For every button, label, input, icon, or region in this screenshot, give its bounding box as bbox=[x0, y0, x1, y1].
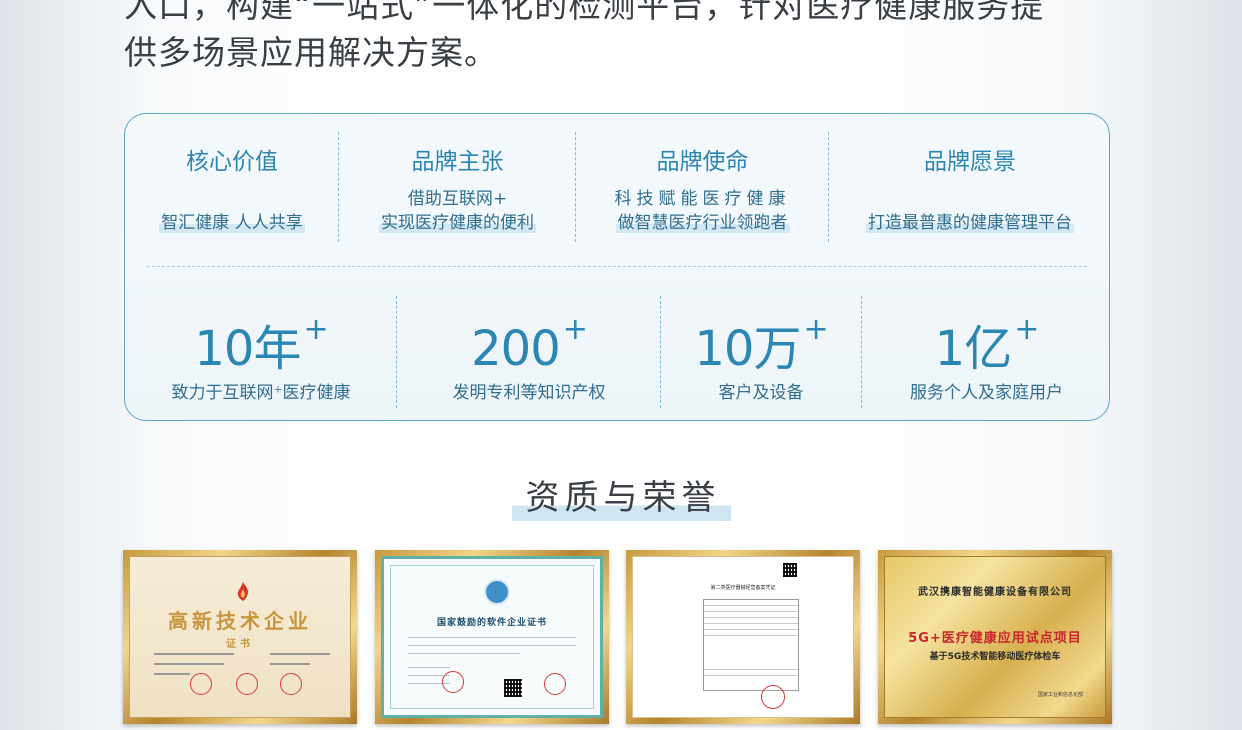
stat-plus: + bbox=[1014, 312, 1039, 347]
value-line-text: 打造最普惠的健康管理平台 bbox=[866, 213, 1074, 233]
value-line: 智汇健康 人人共享 bbox=[125, 208, 339, 233]
certificate-title: 高新技术企业 bbox=[168, 609, 312, 633]
value-title: 品牌使命 bbox=[656, 149, 749, 175]
flame-logo-icon bbox=[237, 582, 249, 601]
section-heading: 资质与荣誉 bbox=[0, 470, 1242, 521]
stat-customers: 10万 + 客户及设备 bbox=[661, 274, 861, 419]
text-line bbox=[154, 673, 190, 675]
value-line-text: 智汇健康 人人共享 bbox=[159, 213, 305, 233]
certificate-table bbox=[703, 599, 799, 691]
value-line-text: 实现医疗健康的便利 bbox=[379, 213, 536, 233]
stat-label: 致力于互联网⁺医疗健康 bbox=[171, 383, 351, 403]
intro-line-1: 入口，构建“一站式”一体化的检测平台，针对医疗健康服务提 bbox=[124, 0, 1045, 25]
qr-code-icon bbox=[504, 679, 522, 697]
stat-users: 1亿 + 服务个人及家庭用户 bbox=[862, 274, 1111, 419]
text-line bbox=[154, 653, 234, 655]
value-line: 实现医疗健康的便利 bbox=[339, 208, 576, 233]
value-mission: 品牌使命 科技赋能医疗健康 做智慧医疗行业领跑者 bbox=[576, 114, 829, 244]
stat-label: 发明专利等知识产权 bbox=[452, 383, 606, 403]
certificate-title: 第二类医疗器械经营备案凭证 bbox=[710, 585, 776, 591]
value-line-text: 做智慧医疗行业领跑者 bbox=[615, 213, 790, 233]
certificate-description: 基于5G技术智能移动医疗体检车 bbox=[929, 652, 1061, 662]
certificate-title: 国家鼓励的软件企业证书 bbox=[436, 618, 547, 628]
certificate-project: 5G+医疗健康应用试点项目 bbox=[908, 631, 1082, 646]
certificate-software-enterprise[interactable]: 国家鼓励的软件企业证书 bbox=[375, 550, 609, 724]
text-line bbox=[154, 663, 224, 665]
section-title: 资质与荣誉 bbox=[511, 470, 731, 521]
value-line: 科技赋能医疗健康 bbox=[614, 189, 791, 209]
table-row bbox=[704, 636, 798, 670]
qr-code-icon bbox=[783, 563, 797, 577]
certificate-paper: 高新技术企业 证书 bbox=[129, 556, 351, 718]
stat-patents: 200 + 发明专利等知识产权 bbox=[397, 274, 661, 419]
text-line bbox=[270, 653, 330, 655]
certificate-company: 武汉携康智能健康设备有限公司 bbox=[918, 587, 1072, 598]
certificate-paper: 第二类医疗器械经营备案凭证 bbox=[632, 556, 854, 718]
table-row bbox=[704, 676, 798, 682]
value-line: 打造最普惠的健康管理平台 bbox=[829, 208, 1111, 233]
intro-paragraph: 入口，构建“一站式”一体化的检测平台，针对医疗健康服务提 供多场景应用解决方案。 bbox=[124, 0, 1124, 76]
stat-number-value: 1亿 bbox=[934, 321, 1013, 377]
value-title: 品牌愿景 bbox=[924, 149, 1016, 175]
stat-number: 10万 + bbox=[661, 298, 861, 381]
text-line bbox=[408, 637, 576, 638]
stat-number: 10年 + bbox=[125, 298, 397, 381]
value-core: 核心价值 智汇健康 人人共享 bbox=[125, 114, 339, 244]
red-seal-icon bbox=[280, 673, 302, 695]
intro-line-2: 供多场景应用解决方案。 bbox=[124, 33, 498, 72]
csia-badge-icon bbox=[484, 579, 510, 605]
stat-number-value: 10万 bbox=[694, 321, 801, 377]
certificate-medical-device-filing[interactable]: 第二类医疗器械经营备案凭证 bbox=[626, 550, 860, 724]
stat-plus: + bbox=[803, 312, 828, 347]
certificate-high-tech[interactable]: 高新技术企业 证书 bbox=[123, 550, 357, 724]
value-vision: 品牌愿景 打造最普惠的健康管理平台 bbox=[829, 114, 1111, 244]
certificate-paper: 国家鼓励的软件企业证书 bbox=[381, 556, 603, 718]
brand-info-panel: 核心价值 智汇健康 人人共享 品牌主张 借助互联网+ 实现医疗健康的便利 品牌使… bbox=[124, 113, 1110, 421]
brand-values-row: 核心价值 智汇健康 人人共享 品牌主张 借助互联网+ 实现医疗健康的便利 品牌使… bbox=[125, 114, 1109, 244]
red-seal-icon bbox=[442, 671, 464, 693]
stat-label: 服务个人及家庭用户 bbox=[910, 383, 1063, 403]
text-line bbox=[270, 663, 310, 665]
stat-number-value: 200 bbox=[471, 321, 561, 377]
stats-row: 10年 + 致力于互联网⁺医疗健康 200 + 发明专利等知识产权 10万 + 客户及… bbox=[125, 274, 1109, 419]
stat-number: 200 + bbox=[397, 298, 661, 381]
stat-years: 10年 + 致力于互联网⁺医疗健康 bbox=[125, 274, 397, 419]
stat-plus: + bbox=[303, 312, 328, 347]
value-proposition: 品牌主张 借助互联网+ 实现医疗健康的便利 bbox=[339, 114, 576, 244]
stat-label: 客户及设备 bbox=[718, 383, 804, 403]
horizontal-divider bbox=[147, 266, 1087, 267]
red-seal-icon bbox=[236, 673, 258, 695]
value-line: 做智慧医疗行业领跑者 bbox=[576, 208, 829, 233]
stat-number-value: 10年 bbox=[194, 321, 301, 377]
stat-plus: + bbox=[562, 312, 588, 347]
text-line bbox=[408, 667, 450, 668]
red-seal-icon bbox=[190, 673, 212, 695]
certificate-subtitle: 证书 bbox=[226, 639, 254, 650]
red-seal-icon bbox=[761, 685, 785, 709]
certificate-plaque: 武汉携康智能健康设备有限公司 5G+医疗健康应用试点项目 基于5G技术智能移动医… bbox=[884, 556, 1106, 718]
certificate-issuer: 国家工业和信息化部 bbox=[1037, 692, 1083, 698]
stat-number: 1亿 + bbox=[862, 298, 1111, 381]
text-line bbox=[408, 645, 576, 646]
value-title: 品牌主张 bbox=[411, 149, 504, 175]
value-line: 借助互联网+ bbox=[407, 189, 508, 209]
value-title: 核心价值 bbox=[186, 149, 278, 175]
red-seal-icon bbox=[544, 673, 566, 695]
certificate-5g-pilot-project[interactable]: 武汉携康智能健康设备有限公司 5G+医疗健康应用试点项目 基于5G技术智能移动医… bbox=[878, 550, 1112, 724]
text-line bbox=[408, 653, 520, 654]
